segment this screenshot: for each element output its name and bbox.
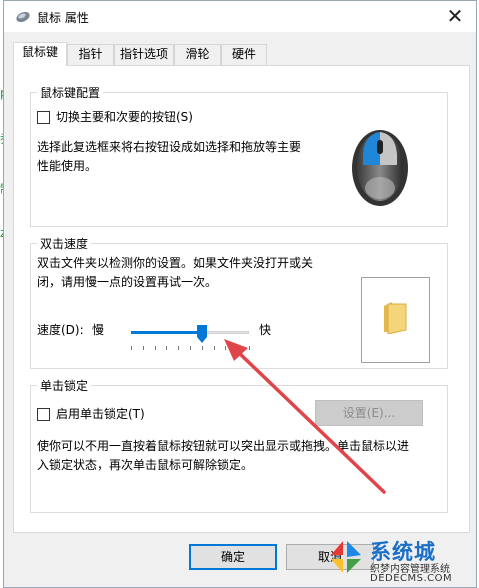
- watermark-domain: DEDECMS.COM: [370, 573, 453, 584]
- tab-buttons[interactable]: 鼠标键: [13, 42, 67, 66]
- windows-logo-icon: [331, 541, 361, 573]
- annotation-arrow: [224, 339, 386, 494]
- watermark: 系统城 织梦内容管理系统 DEDECMS.COM: [325, 535, 479, 588]
